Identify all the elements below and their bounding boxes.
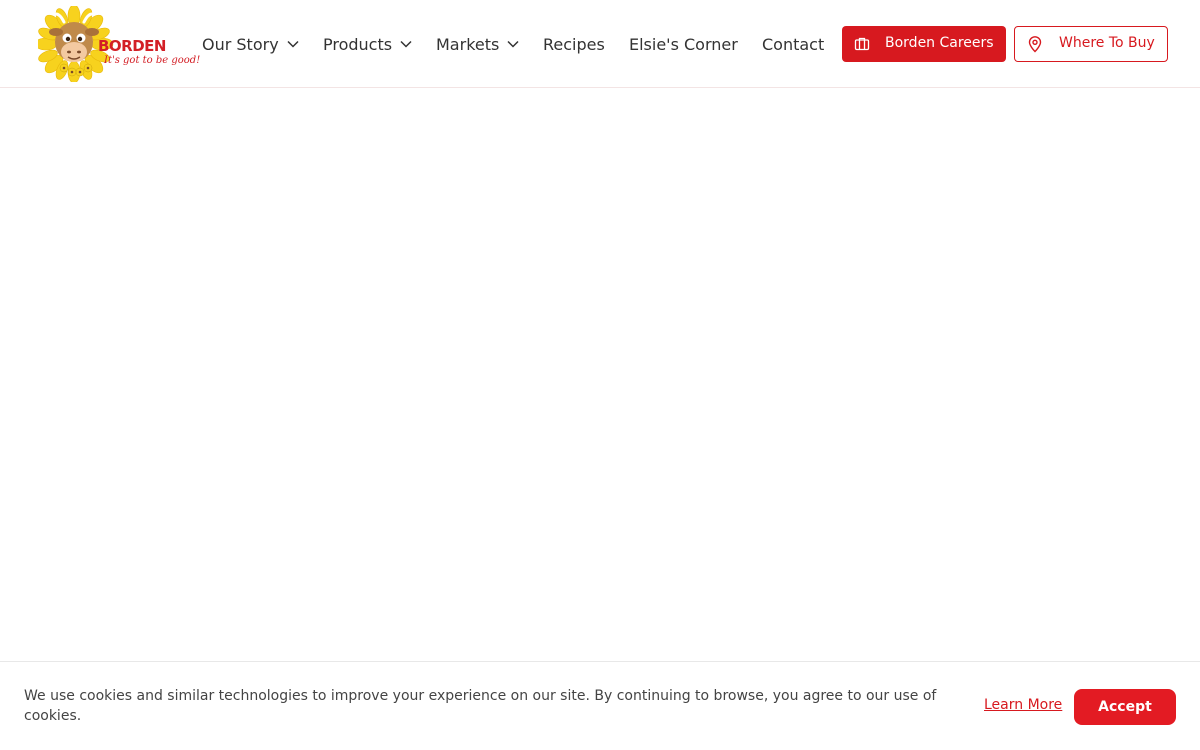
site-header: BORDEN It's got to be good! Our Story Pr… bbox=[0, 0, 1200, 88]
nav-item-products[interactable]: Products bbox=[323, 32, 412, 56]
borden-careers-button[interactable]: Borden Careers bbox=[842, 26, 1006, 62]
accept-cookies-button[interactable]: Accept bbox=[1074, 689, 1176, 725]
nav-item-contact[interactable]: Contact bbox=[762, 32, 824, 56]
nav-item-label: Markets bbox=[436, 34, 500, 54]
borden-logo[interactable]: BORDEN It's got to be good! bbox=[38, 6, 200, 82]
cookie-banner: We use cookies and similar technologies … bbox=[0, 661, 1200, 750]
logo-tagline: It's got to be good! bbox=[104, 55, 201, 66]
nav-item-our-story[interactable]: Our Story bbox=[202, 32, 299, 56]
nav-item-label: Our Story bbox=[202, 34, 279, 54]
where-to-buy-label: Where To Buy bbox=[1059, 35, 1155, 51]
nav-item-elsies-corner[interactable]: Elsie's Corner bbox=[629, 32, 738, 56]
nav-item-markets[interactable]: Markets bbox=[436, 32, 519, 56]
where-to-buy-button[interactable]: Where To Buy bbox=[1014, 26, 1168, 62]
nav-item-label: Elsie's Corner bbox=[629, 34, 738, 54]
nav-item-label: Products bbox=[323, 34, 393, 54]
briefcase-icon bbox=[854, 36, 870, 56]
chevron-down-icon bbox=[287, 40, 299, 48]
borden-careers-label: Borden Careers bbox=[885, 35, 994, 51]
chevron-down-icon bbox=[507, 40, 519, 48]
nav-item-label: Recipes bbox=[543, 34, 605, 54]
logo-wordmark: BORDEN bbox=[98, 37, 167, 55]
learn-more-link[interactable]: Learn More bbox=[984, 697, 1062, 713]
nav-item-label: Contact bbox=[762, 34, 825, 54]
nav-item-recipes[interactable]: Recipes bbox=[543, 32, 605, 56]
cookie-message: We use cookies and similar technologies … bbox=[24, 688, 937, 724]
chevron-down-icon bbox=[400, 40, 412, 48]
map-pin-icon bbox=[1028, 36, 1042, 57]
